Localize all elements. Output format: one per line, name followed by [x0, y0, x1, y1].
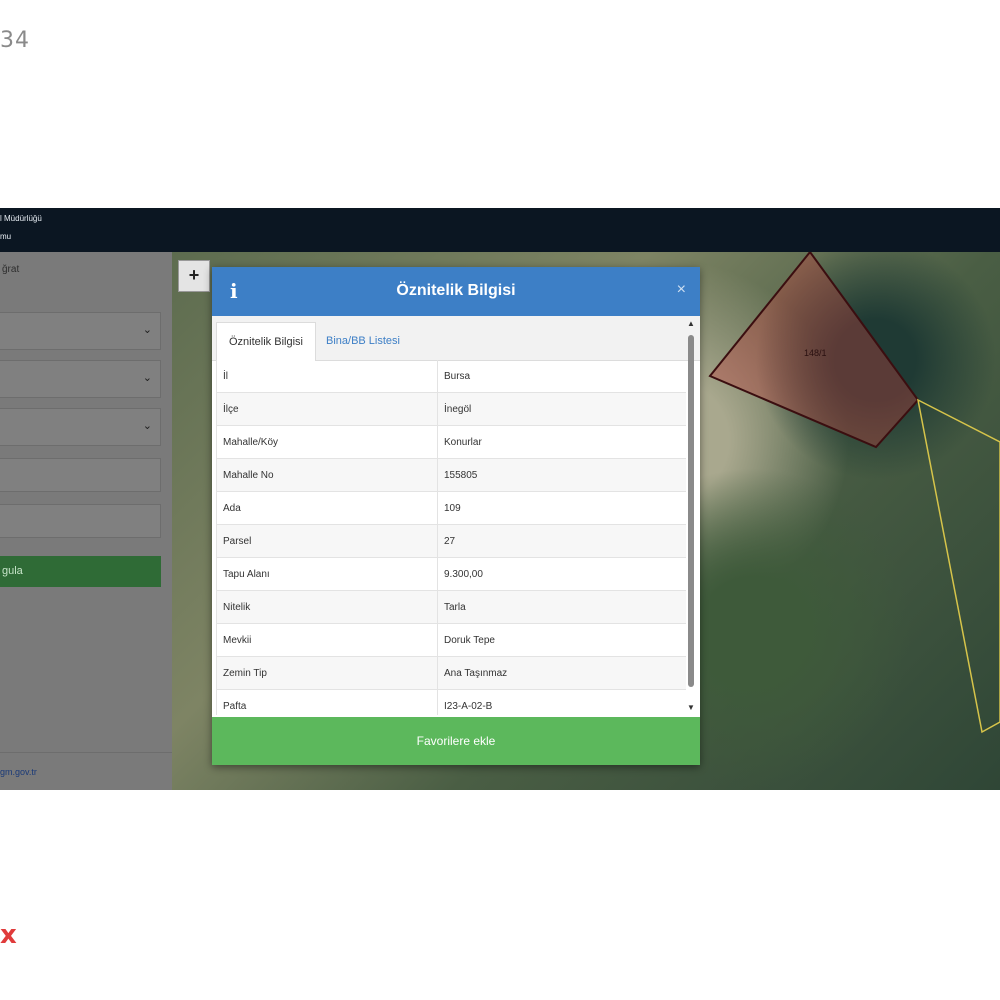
- table-row: Parsel 27: [217, 524, 686, 558]
- sidebar-input-parsel[interactable]: [0, 504, 161, 538]
- scroll-up-icon[interactable]: ▲: [686, 319, 696, 331]
- table-row: İlçe İnegöl: [217, 392, 686, 426]
- tab-oznitelik[interactable]: Öznitelik Bilgisi: [216, 322, 316, 361]
- sidebar-footer-link[interactable]: gm.gov.tr: [0, 767, 37, 777]
- table-row: Tapu Alanı 9.300,00: [217, 557, 686, 591]
- attr-key: Mahalle/Köy: [217, 425, 438, 459]
- scroll-down-icon[interactable]: ▼: [686, 703, 696, 715]
- attr-value: Bursa: [437, 360, 686, 393]
- attr-key: Mevkii: [217, 623, 438, 657]
- attr-key: Pafta: [217, 689, 438, 715]
- zoom-in-button[interactable]: +: [178, 260, 210, 292]
- attr-key: Parsel: [217, 524, 438, 558]
- attr-value: I23-A-02-B: [437, 689, 686, 715]
- attr-value: İnegöl: [437, 392, 686, 426]
- sidebar-query-label: gula: [2, 565, 23, 577]
- chevron-down-icon: ⌄: [142, 420, 152, 432]
- dialog-title: Öznitelik Bilgisi: [396, 282, 516, 299]
- attribute-table: İl Bursa İlçe İnegöl Mahalle/Köy Konurlar M…: [217, 360, 686, 715]
- add-to-favorites-button[interactable]: Favorilere ekle: [212, 717, 700, 765]
- dialog-header: i Öznitelik Bilgisi ×: [212, 267, 700, 316]
- tab-bina-listesi[interactable]: Bina/BB Listesi: [314, 322, 412, 360]
- attr-value: Ana Taşınmaz: [437, 656, 686, 690]
- sidebar-top-label: ğrat: [2, 264, 20, 275]
- chevron-down-icon: ⌄: [142, 372, 152, 384]
- top-bar: l Müdürlüğü mu: [0, 208, 1000, 252]
- table-row: Mahalle No 155805: [217, 458, 686, 492]
- table-row: Ada 109: [217, 491, 686, 525]
- attr-value: 109: [437, 491, 686, 525]
- corner-logo-mark: x: [0, 920, 17, 950]
- sidebar-input-ada[interactable]: [0, 458, 161, 492]
- parcel-label: 148/1: [804, 348, 827, 358]
- attr-value: Doruk Tepe: [437, 623, 686, 657]
- sidebar-select-mahalle[interactable]: ⌄: [0, 408, 161, 446]
- scrollbar-thumb[interactable]: [688, 335, 694, 687]
- sidebar-footer: gm.gov.tr: [0, 752, 172, 790]
- attr-key: İl: [217, 360, 438, 393]
- sidebar-query-button[interactable]: gula: [0, 556, 161, 587]
- sidebar-select-ilce[interactable]: ⌄: [0, 360, 161, 398]
- attr-key: Zemin Tip: [217, 656, 438, 690]
- attr-key: Nitelik: [217, 590, 438, 624]
- topbar-title: l Müdürlüğü: [0, 214, 42, 223]
- sidebar: ğrat ⌄ ⌄ ⌄ gula gm.gov.tr: [0, 252, 173, 790]
- dialog-tabs: Öznitelik Bilgisi Bina/BB Listesi: [212, 316, 700, 361]
- attr-value: Konurlar: [437, 425, 686, 459]
- neighbor-parcel[interactable]: [916, 398, 1000, 734]
- sidebar-select-il[interactable]: ⌄: [0, 312, 161, 350]
- attr-key: Tapu Alanı: [217, 557, 438, 591]
- table-row: Pafta I23-A-02-B: [217, 689, 686, 715]
- chevron-down-icon: ⌄: [142, 324, 152, 336]
- table-row: Mevkii Doruk Tepe: [217, 623, 686, 657]
- topbar-subtitle: mu: [0, 232, 12, 241]
- attribute-table-container: İl Bursa İlçe İnegöl Mahalle/Köy Konurlar M…: [216, 360, 686, 715]
- attr-value: Tarla: [437, 590, 686, 624]
- page-number: 34: [0, 28, 30, 53]
- attribute-dialog: i Öznitelik Bilgisi × Öznitelik Bilgisi …: [212, 267, 700, 765]
- attr-key: İlçe: [217, 392, 438, 426]
- table-scrollbar[interactable]: ▲ ▼: [686, 319, 696, 715]
- attr-key: Ada: [217, 491, 438, 525]
- table-row: Nitelik Tarla: [217, 590, 686, 624]
- table-row: Zemin Tip Ana Taşınmaz: [217, 656, 686, 690]
- close-icon[interactable]: ×: [677, 281, 686, 299]
- attr-value: 155805: [437, 458, 686, 492]
- attr-value: 9.300,00: [437, 557, 686, 591]
- attr-value: 27: [437, 524, 686, 558]
- table-row: Mahalle/Köy Konurlar: [217, 425, 686, 459]
- attr-key: Mahalle No: [217, 458, 438, 492]
- table-row: İl Bursa: [217, 360, 686, 393]
